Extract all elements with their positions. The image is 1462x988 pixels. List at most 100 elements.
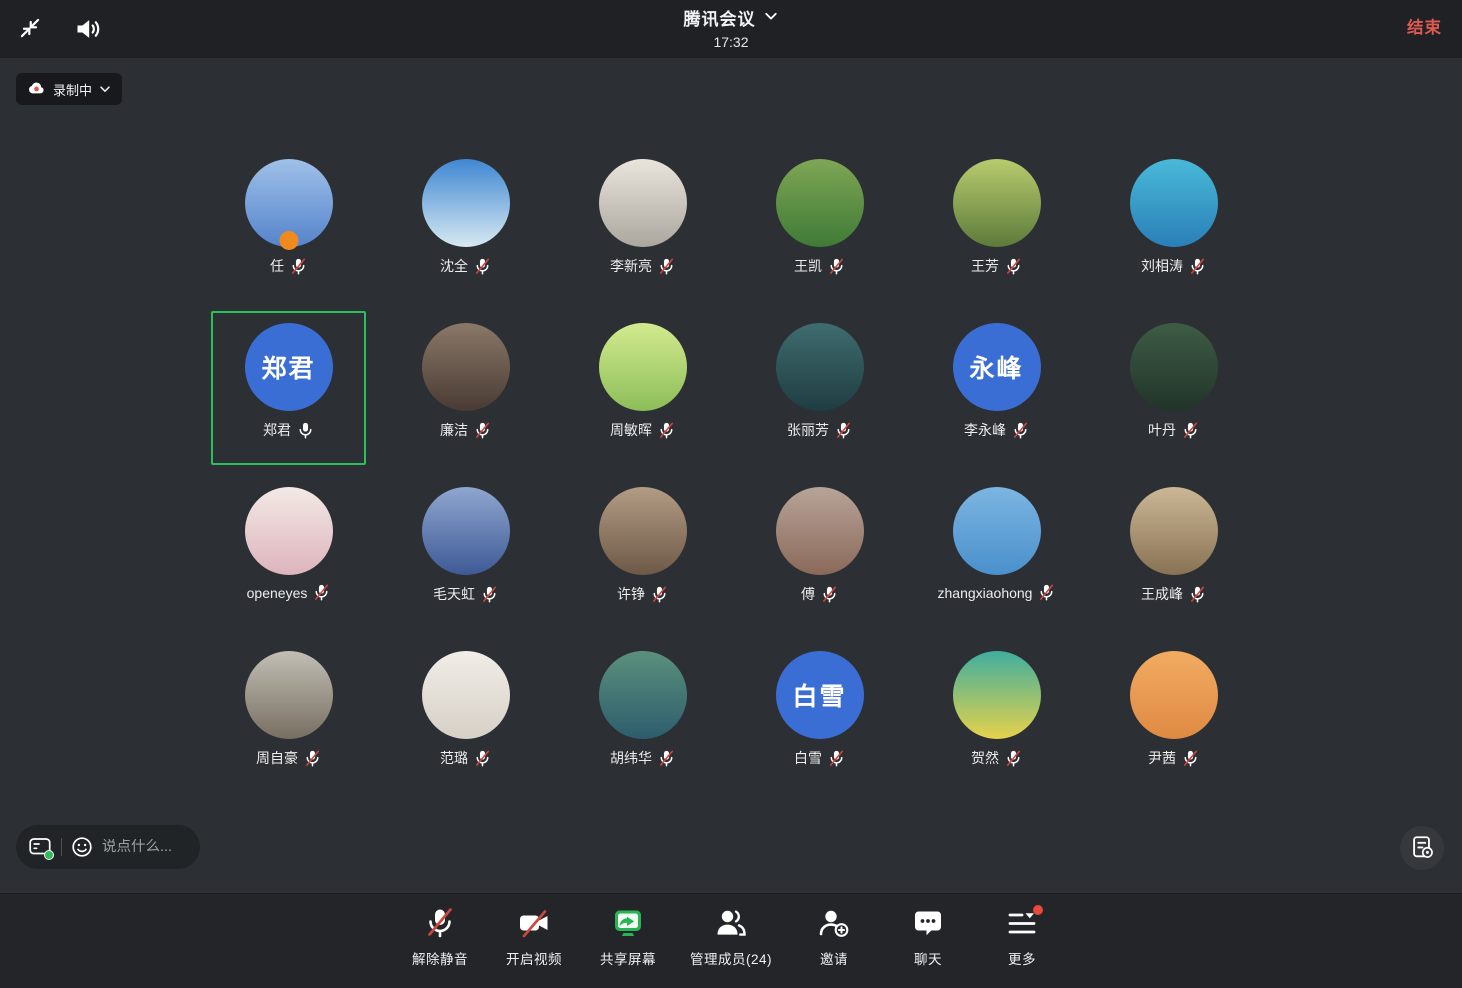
speaker-icon (74, 16, 102, 42)
participant-avatar (1130, 487, 1218, 575)
participant-avatar (776, 159, 864, 247)
share-screen-button[interactable]: 共享屏幕 (596, 907, 660, 968)
chat-icon (912, 907, 944, 942)
participant-avatar (1130, 159, 1218, 247)
participant-avatar (599, 323, 687, 411)
participant-tile[interactable]: 叶丹 (1085, 311, 1262, 475)
participant-tile[interactable]: openeyes (200, 475, 377, 639)
participant-grid-row: openeyes 毛天虹 许铮 (200, 475, 1262, 639)
more-button[interactable]: 更多 (990, 907, 1054, 968)
meeting-title-dropdown[interactable]: 腾讯会议 (684, 5, 779, 30)
participant-grid-row: 郑君 郑君 廉洁 (200, 311, 1262, 475)
participant-name: 任 (270, 256, 284, 276)
participant-name: 胡纬华 (610, 748, 652, 768)
bottom-toolbar: 解除静音 开启视频 共享屏幕 管理成员(24) 邀请 (0, 893, 1462, 988)
participant-avatar: 永峰 (953, 323, 1041, 411)
participant-tile[interactable]: 周敏晖 (554, 311, 731, 475)
participant-tile[interactable]: 王成峰 (1085, 475, 1262, 639)
participant-tile[interactable]: zhangxiaohong (908, 475, 1085, 639)
meeting-title: 腾讯会议 (684, 5, 756, 30)
chevron-down-icon (99, 82, 111, 97)
participant-name-row: 任 (270, 256, 307, 276)
notification-dot (1033, 905, 1043, 915)
avatar-image (599, 651, 687, 739)
host-badge-icon (279, 231, 298, 250)
participant-name: 王成峰 (1141, 584, 1183, 604)
participant-tile[interactable]: 范璐 (377, 639, 554, 803)
unmute-label: 解除静音 (412, 948, 468, 968)
participant-name-row: 沈全 (440, 256, 491, 276)
participant-tile[interactable]: 尹茜 (1085, 639, 1262, 803)
quick-chat-bar (16, 825, 200, 869)
participant-name: openeyes (247, 585, 308, 601)
participant-name: 王芳 (971, 256, 999, 276)
participant-tile[interactable]: 郑君 郑君 (200, 311, 377, 475)
participant-avatar: 白雪 (776, 651, 864, 739)
chat-button[interactable]: 聊天 (896, 907, 960, 968)
avatar-image (1130, 159, 1218, 247)
participant-name-row: 王凯 (794, 256, 845, 276)
participant-tile[interactable]: 刘相涛 (1085, 147, 1262, 311)
recording-badge[interactable]: 录制中 (16, 73, 122, 105)
participant-name-row: 白雪 (794, 748, 845, 768)
avatar-image (776, 159, 864, 247)
participant-name: 李永峰 (964, 420, 1006, 440)
avatar-image (1130, 651, 1218, 739)
participant-tile[interactable]: 胡纬华 (554, 639, 731, 803)
divider (61, 838, 62, 856)
participant-tile[interactable]: 许铮 (554, 475, 731, 639)
participant-avatar (422, 487, 510, 575)
participant-tile[interactable]: 王芳 (908, 147, 1085, 311)
participant-avatar (1130, 323, 1218, 411)
chat-input[interactable] (102, 839, 184, 855)
participant-avatar (422, 159, 510, 247)
avatar-image (953, 159, 1041, 247)
meeting-notes-button[interactable] (1400, 826, 1444, 870)
participant-avatar (953, 487, 1041, 575)
end-meeting-button[interactable]: 结束 (1407, 14, 1442, 38)
mic-muted-icon (1005, 258, 1022, 275)
invite-icon (818, 907, 850, 942)
participant-tile[interactable]: 张丽芳 (731, 311, 908, 475)
exit-fullscreen-button[interactable] (16, 14, 46, 44)
top-bar: 腾讯会议 17:32 结束 (0, 0, 1462, 58)
participant-tile[interactable]: 周自豪 (200, 639, 377, 803)
participant-tile[interactable]: 李新亮 (554, 147, 731, 311)
participant-tile[interactable]: 贺然 (908, 639, 1085, 803)
mic-muted-icon (1189, 586, 1206, 603)
mic-muted-icon (651, 586, 668, 603)
emoji-button[interactable] (71, 836, 93, 858)
participant-tile[interactable]: 傅 (731, 475, 908, 639)
share-screen-label: 共享屏幕 (600, 948, 656, 968)
participant-tile[interactable]: 白雪 白雪 (731, 639, 908, 803)
participant-tile[interactable]: 廉洁 (377, 311, 554, 475)
unmute-button[interactable]: 解除静音 (408, 907, 472, 968)
participant-tile[interactable]: 永峰 李永峰 (908, 311, 1085, 475)
avatar-image (953, 487, 1041, 575)
avatar-image (1130, 487, 1218, 575)
participant-name-row: 李永峰 (964, 420, 1029, 440)
participant-tile[interactable]: 王凯 (731, 147, 908, 311)
participant-name: 毛天虹 (433, 584, 475, 604)
participant-tile[interactable]: 毛天虹 (377, 475, 554, 639)
tencent-meeting-window: 腾讯会议 17:32 结束 录制中 任 (0, 0, 1462, 988)
participant-name: 贺然 (971, 748, 999, 768)
participant-avatar (599, 651, 687, 739)
speaker-button[interactable] (72, 14, 104, 44)
meeting-time: 17:32 (684, 34, 779, 50)
mic-muted-icon (313, 584, 330, 601)
start-video-button[interactable]: 开启视频 (502, 907, 566, 968)
mic-muted-icon (474, 750, 491, 767)
manage-members-button[interactable]: 管理成员(24) (690, 907, 772, 968)
invite-button[interactable]: 邀请 (802, 907, 866, 968)
danmaku-toggle[interactable] (29, 837, 52, 857)
cloud-recording-icon (27, 80, 46, 98)
screen-share-icon (612, 907, 644, 942)
members-icon (715, 907, 747, 942)
participant-tile[interactable]: 任 (200, 147, 377, 311)
participant-name-row: 李新亮 (610, 256, 675, 276)
participant-tile[interactable]: 沈全 (377, 147, 554, 311)
participant-name: 刘相涛 (1141, 256, 1183, 276)
participant-avatar (422, 651, 510, 739)
chat-label: 聊天 (914, 948, 942, 968)
